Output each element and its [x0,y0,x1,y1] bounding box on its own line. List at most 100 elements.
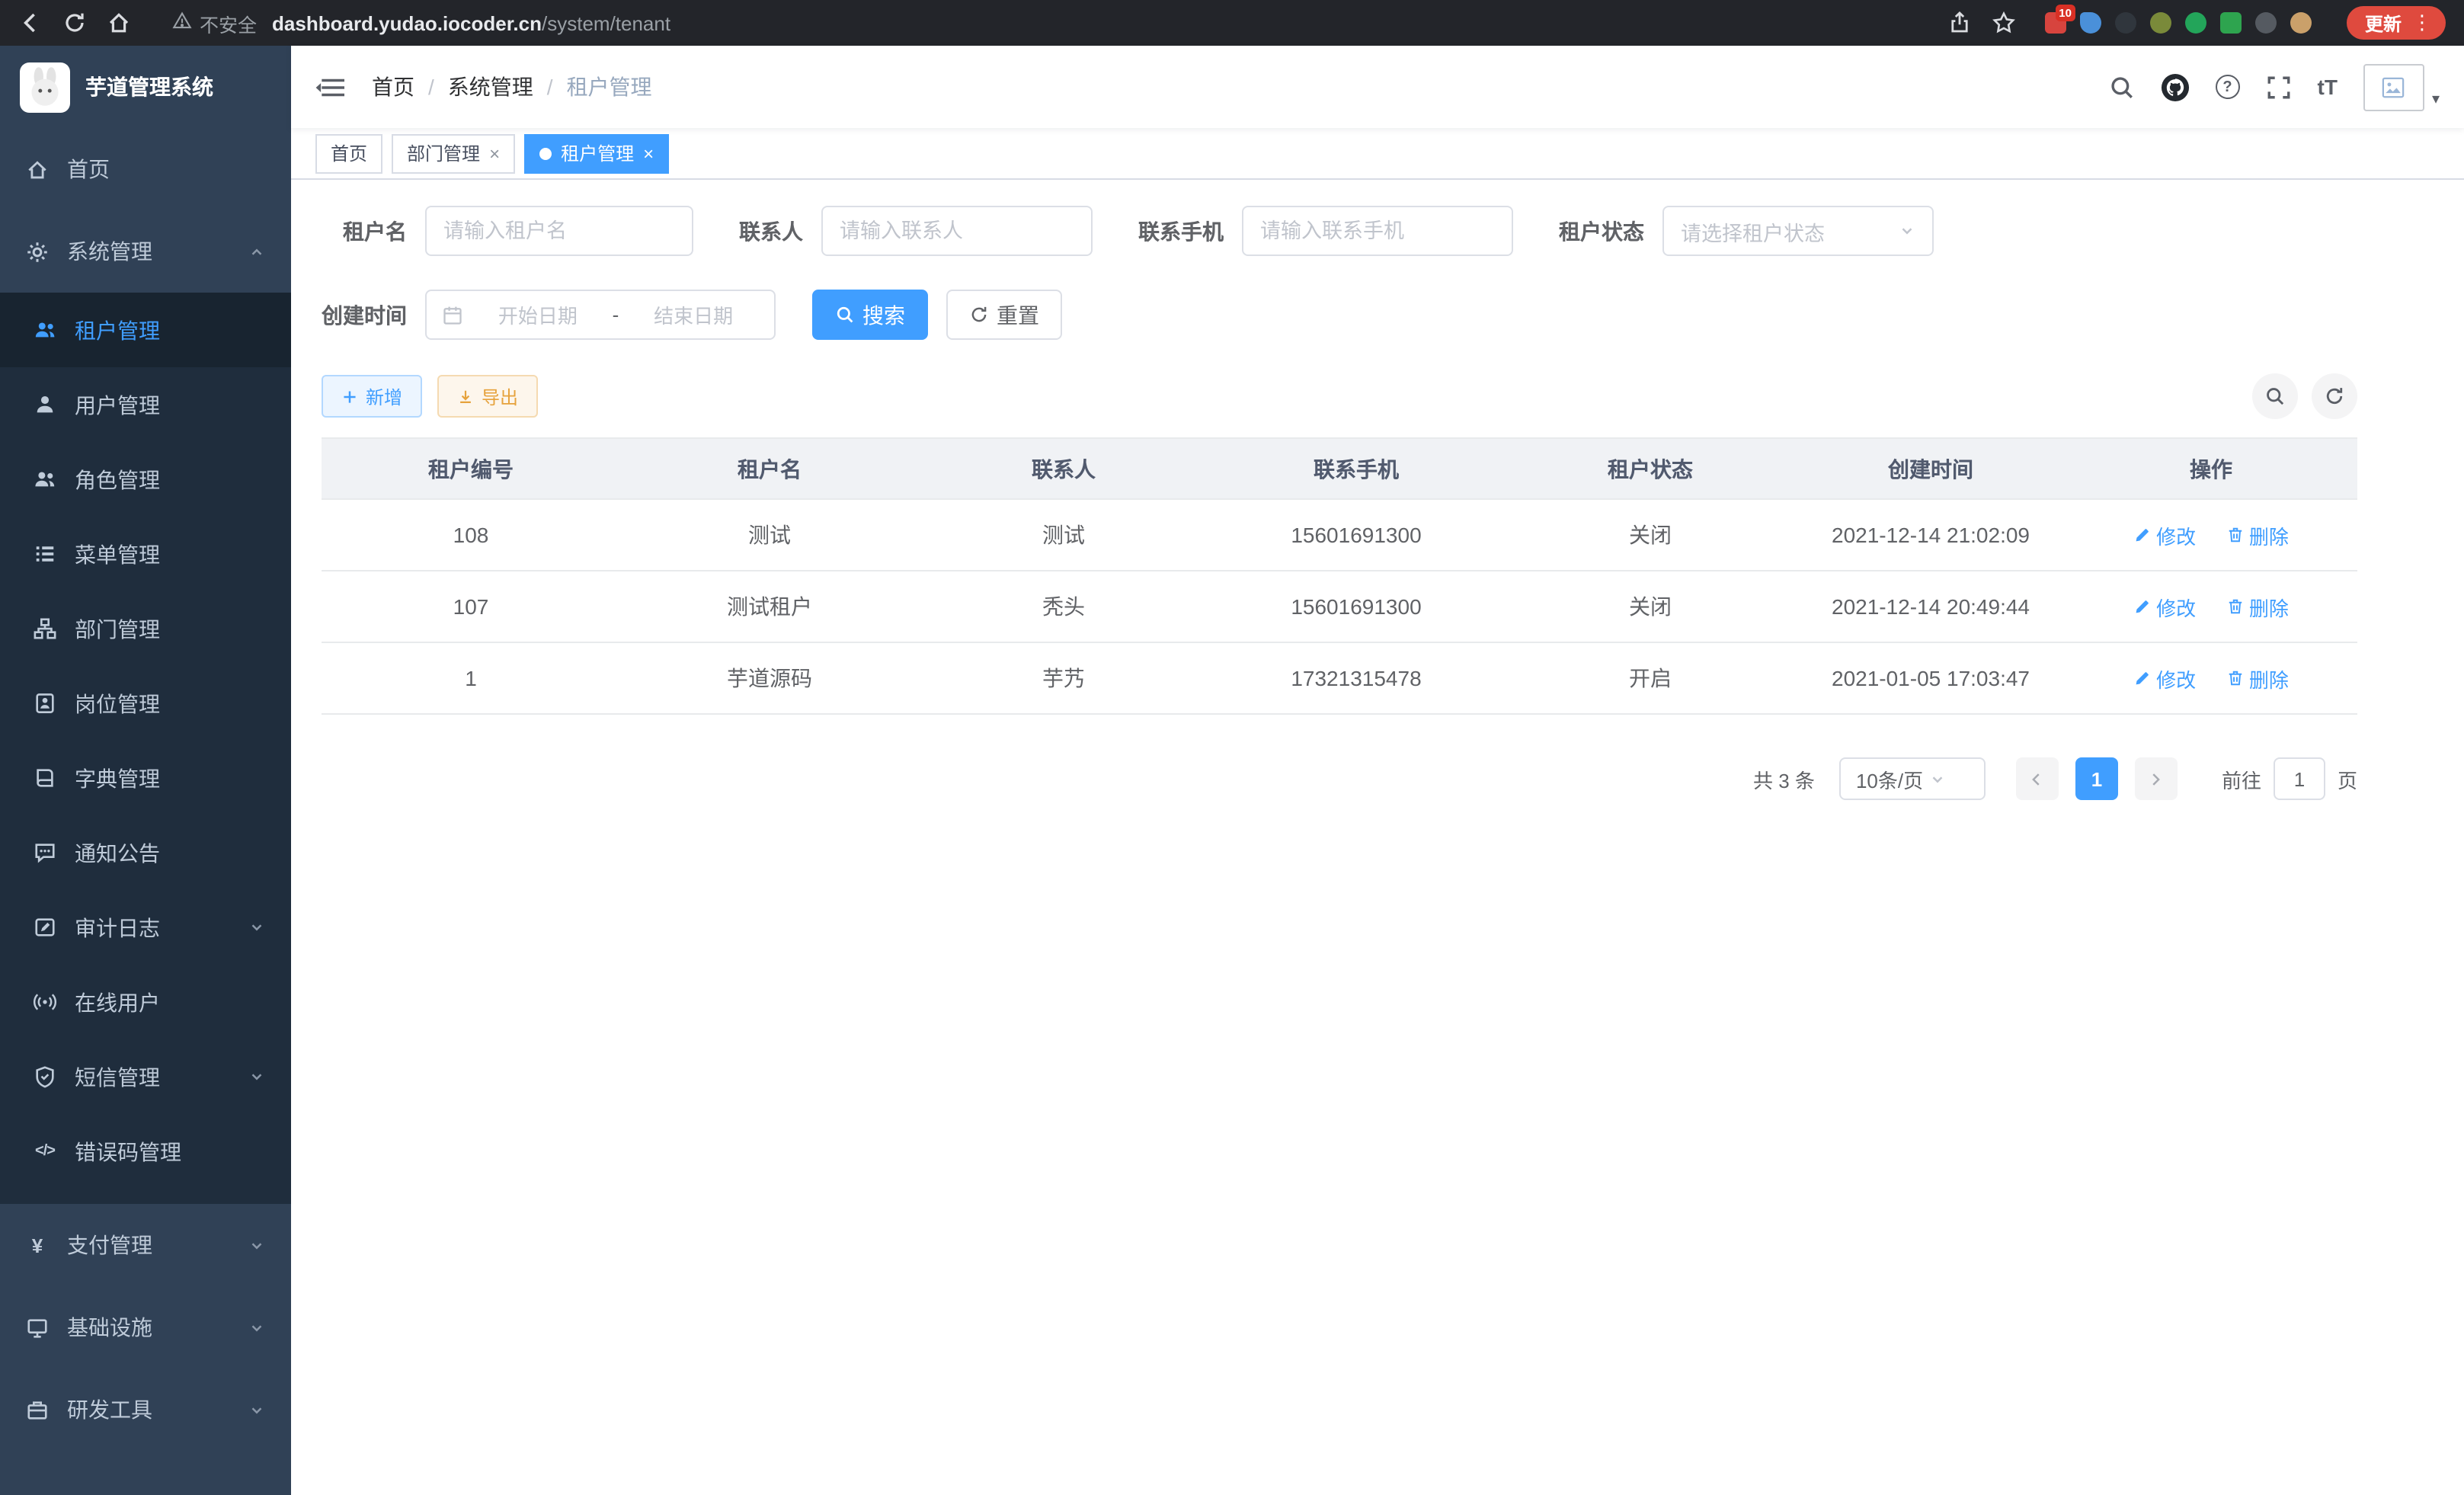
column-header: 联系手机 [1208,438,1504,499]
warning-icon [172,11,192,35]
close-icon[interactable]: × [489,144,500,162]
cell-created: 2021-12-14 21:02:09 [1797,499,2065,571]
security-label[interactable]: 不安全 [200,8,257,37]
breadcrumb-item: 系统管理 [448,72,533,102]
sidebar-item-tenant[interactable]: 租户管理 [0,293,291,367]
sidebar-item-label: 错误码管理 [75,1136,181,1167]
prev-page-button[interactable] [2016,757,2059,800]
next-page-button[interactable] [2135,757,2178,800]
breadcrumb-item[interactable]: 首页 [372,72,414,102]
sidebar-item-sms[interactable]: 短信管理 [0,1039,291,1114]
sidebar-item-label: 支付管理 [67,1230,152,1260]
sidebar-item-infra[interactable]: 基础设施 [0,1286,291,1369]
sidebar-item-user[interactable]: 用户管理 [0,367,291,442]
goto-page-input[interactable] [2274,757,2325,800]
delete-link[interactable]: 删除 [2226,520,2289,549]
sidebar-item-devtools[interactable]: 研发工具 [0,1369,291,1451]
tab-tenant[interactable]: 租户管理 × [524,133,669,173]
export-button[interactable]: 导出 [437,375,538,418]
extension-icon[interactable] [2185,12,2206,34]
add-button[interactable]: 新增 [322,375,422,418]
list-icon [34,543,56,565]
refresh-table-button[interactable] [2312,373,2357,419]
sidebar-item-role[interactable]: 角色管理 [0,442,291,517]
fullscreen-icon[interactable] [2266,74,2292,100]
active-dot [539,147,552,159]
share-icon[interactable] [1947,11,1972,35]
status-select[interactable]: 请选择租户状态 [1662,206,1934,256]
cell-status: 关闭 [1504,499,1797,571]
gear-icon [26,240,49,263]
sidebar-item-home[interactable]: 首页 [0,128,291,210]
extension-icon[interactable] [2150,12,2171,34]
sidebar-item-error-code[interactable]: </> 错误码管理 [0,1114,291,1189]
sidebar-item-dept[interactable]: 部门管理 [0,591,291,666]
cell-phone: 17321315478 [1208,642,1504,714]
phone-input[interactable] [1260,219,1495,242]
edit-link[interactable]: 修改 [2133,592,2196,621]
cell-status: 开启 [1504,642,1797,714]
sidebar-item-label: 短信管理 [75,1061,160,1092]
tenant-table: 租户编号 租户名 联系人 联系手机 租户状态 创建时间 操作 1 [322,437,2357,715]
contact-input[interactable] [840,219,1074,242]
toggle-search-button[interactable] [2252,373,2298,419]
refresh-icon[interactable] [62,11,87,35]
edit-link[interactable]: 修改 [2133,520,2196,549]
delete-label: 删除 [2249,592,2289,621]
date-range-picker[interactable]: 开始日期 - 结束日期 [425,290,776,340]
avatar[interactable] [2363,63,2424,110]
extension-icon[interactable]: 10 [2045,12,2066,34]
sidebar-item-dict[interactable]: 字典管理 [0,741,291,815]
tab-dept[interactable]: 部门管理 × [392,133,515,173]
sidebar-item-audit-log[interactable]: 审计日志 [0,890,291,965]
edit-label: 修改 [2156,592,2196,621]
page-size-select[interactable]: 10条/页 [1839,757,1986,800]
sidebar-item-pay[interactable]: ¥ 支付管理 [0,1204,291,1286]
chevron-down-icon [1929,770,1972,787]
close-icon[interactable]: × [643,144,654,162]
extension-icon[interactable] [2220,12,2242,34]
bookmark-star-icon[interactable] [1992,11,2016,35]
delete-link[interactable]: 删除 [2226,664,2289,693]
tab-home[interactable]: 首页 [315,133,382,173]
extension-icon[interactable] [2290,12,2312,34]
extension-icon[interactable] [2115,12,2136,34]
signal-icon [34,991,56,1013]
sidebar-item-notice[interactable]: 通知公告 [0,815,291,890]
delete-link[interactable]: 删除 [2226,592,2289,621]
edit-link[interactable]: 修改 [2133,664,2196,693]
phone-label: 联系手机 [1138,216,1224,246]
page-number-button[interactable]: 1 [2075,757,2118,800]
url-text[interactable]: dashboard.yudao.iocoder.cn/system/tenant [272,11,670,34]
update-button[interactable]: 更新 ⋮ [2347,6,2446,40]
collapse-sidebar-icon[interactable] [315,72,344,101]
github-icon[interactable] [2161,72,2190,101]
sidebar-item-system[interactable]: 系统管理 [0,210,291,293]
contact-label: 联系人 [739,216,803,246]
sidebar-item-online-user[interactable]: 在线用户 [0,965,291,1039]
search-icon[interactable] [2109,74,2135,100]
help-icon[interactable]: ? [2216,75,2240,99]
browser-menu-icon[interactable]: ⋮ [2412,11,2432,35]
home-icon[interactable] [107,11,131,35]
cell-tenant-id: 107 [322,571,620,642]
search-button-label: 搜索 [862,299,905,330]
extension-icon[interactable] [2080,12,2101,34]
status-label: 租户状态 [1559,216,1644,246]
sidebar-menu: 首页 系统管理 租户管理 用户管理 [0,128,291,1451]
reset-button[interactable]: 重置 [946,290,1062,340]
address-bar[interactable]: 不安全 dashboard.yudao.iocoder.cn/system/te… [151,8,1928,37]
user-menu[interactable]: ▾ [2363,63,2440,110]
breadcrumb-item-current: 租户管理 [567,72,652,102]
sidebar-item-post[interactable]: 岗位管理 [0,666,291,741]
sidebar-item-menu[interactable]: 菜单管理 [0,517,291,591]
tenant-name-input[interactable] [443,219,675,242]
app-logo[interactable]: 芋道管理系统 [0,46,291,128]
goto-suffix: 页 [2338,764,2357,793]
font-size-icon[interactable]: tT [2318,75,2338,99]
extension-icon[interactable] [2255,12,2277,34]
cell-contact: 芋艿 [919,642,1208,714]
search-button[interactable]: 搜索 [812,290,928,340]
back-icon[interactable] [18,11,43,35]
table-header-row: 租户编号 租户名 联系人 联系手机 租户状态 创建时间 操作 [322,438,2357,499]
